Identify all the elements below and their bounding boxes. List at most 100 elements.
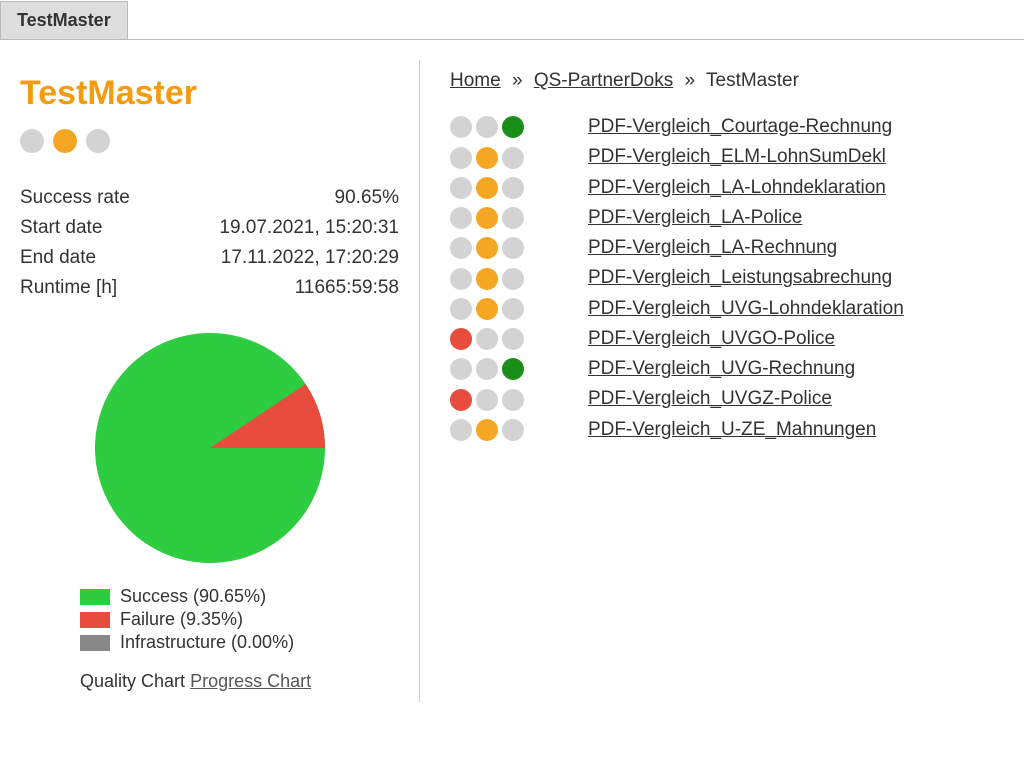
- item-row: PDF-Vergleich_LA-Lohndeklaration: [450, 177, 904, 207]
- item-link[interactable]: PDF-Vergleich_LA-Lohndeklaration: [588, 177, 886, 198]
- item-link[interactable]: PDF-Vergleich_UVG-Lohndeklaration: [588, 298, 904, 319]
- legend-row-infrastructure: Infrastructure (0.00%): [80, 632, 399, 653]
- status-dot: [450, 389, 472, 411]
- status-dot: [476, 268, 498, 290]
- item-status-dots: [450, 267, 588, 297]
- status-dot: [450, 358, 472, 380]
- item-link[interactable]: PDF-Vergleich_Courtage-Rechnung: [588, 116, 892, 137]
- item-link[interactable]: PDF-Vergleich_ELM-LohnSumDekl: [588, 146, 886, 167]
- item-status-dots: [450, 358, 588, 388]
- item-status-dots: [450, 388, 588, 418]
- status-dot: [502, 237, 524, 259]
- legend-label: Infrastructure (0.00%): [120, 632, 294, 653]
- legend-row-failure: Failure (9.35%): [80, 609, 399, 630]
- status-dot: [20, 129, 44, 153]
- status-dot: [53, 129, 77, 153]
- legend-label: Success (90.65%): [120, 586, 266, 607]
- stat-value: 11665:59:58: [164, 273, 399, 303]
- status-dot: [450, 298, 472, 320]
- item-status-dots: [450, 207, 588, 237]
- item-row: PDF-Vergleich_LA-Police: [450, 207, 904, 237]
- item-status-dots: [450, 146, 588, 176]
- status-dot: [502, 177, 524, 199]
- item-row: PDF-Vergleich_U-ZE_Mahnungen: [450, 419, 904, 449]
- breadcrumb-home[interactable]: Home: [450, 70, 501, 91]
- stat-row-runtime: Runtime [h] 11665:59:58: [20, 273, 399, 303]
- status-dot: [476, 147, 498, 169]
- legend-swatch-infrastructure: [80, 635, 110, 651]
- stat-value: 19.07.2021, 15:20:31: [164, 213, 399, 243]
- status-dot: [450, 328, 472, 350]
- item-status-dots: [450, 419, 588, 449]
- item-link[interactable]: PDF-Vergleich_UVGZ-Police: [588, 388, 832, 409]
- right-panel: Home » QS-PartnerDoks » TestMaster PDF-V…: [420, 60, 1024, 702]
- status-dot: [476, 328, 498, 350]
- item-row: PDF-Vergleich_Courtage-Rechnung: [450, 116, 904, 146]
- stat-row-end-date: End date 17.11.2022, 17:20:29: [20, 243, 399, 273]
- stats-table: Success rate 90.65% Start date 19.07.202…: [20, 183, 399, 303]
- main-container: TestMaster Success rate 90.65% Start dat…: [0, 60, 1024, 702]
- item-link-cell: PDF-Vergleich_ELM-LohnSumDekl: [588, 146, 904, 176]
- breadcrumb: Home » QS-PartnerDoks » TestMaster: [450, 70, 1004, 92]
- item-row: PDF-Vergleich_Leistungsabrechung: [450, 267, 904, 297]
- stat-label: Start date: [20, 213, 164, 243]
- item-row: PDF-Vergleich_LA-Rechnung: [450, 237, 904, 267]
- progress-chart-link[interactable]: Progress Chart: [190, 671, 311, 691]
- status-dot: [502, 207, 524, 229]
- breadcrumb-sep: »: [512, 70, 523, 91]
- item-status-dots: [450, 237, 588, 267]
- status-dot: [476, 177, 498, 199]
- item-link-cell: PDF-Vergleich_UVG-Lohndeklaration: [588, 298, 904, 328]
- status-dot: [502, 358, 524, 380]
- item-status-dots: [450, 298, 588, 328]
- status-dot: [502, 298, 524, 320]
- item-row: PDF-Vergleich_UVGZ-Police: [450, 388, 904, 418]
- stat-label: Runtime [h]: [20, 273, 164, 303]
- chart-legend: Success (90.65%) Failure (9.35%) Infrast…: [80, 586, 399, 653]
- item-link[interactable]: PDF-Vergleich_U-ZE_Mahnungen: [588, 419, 876, 440]
- breadcrumb-current: TestMaster: [706, 70, 799, 91]
- item-link-cell: PDF-Vergleich_Courtage-Rechnung: [588, 116, 904, 146]
- item-link-cell: PDF-Vergleich_U-ZE_Mahnungen: [588, 419, 904, 449]
- chart-links: Quality Chart Progress Chart: [80, 671, 399, 692]
- status-dot: [476, 116, 498, 138]
- stat-value: 90.65%: [164, 183, 399, 213]
- item-row: PDF-Vergleich_UVG-Rechnung: [450, 358, 904, 388]
- stat-value: 17.11.2022, 17:20:29: [164, 243, 399, 273]
- legend-label: Failure (9.35%): [120, 609, 243, 630]
- item-status-dots: [450, 328, 588, 358]
- status-dot: [476, 237, 498, 259]
- stat-row-start-date: Start date 19.07.2021, 15:20:31: [20, 213, 399, 243]
- quality-chart-label: Quality Chart: [80, 671, 185, 691]
- status-dot: [450, 237, 472, 259]
- item-link[interactable]: PDF-Vergleich_LA-Rechnung: [588, 237, 837, 258]
- stat-label: Success rate: [20, 183, 164, 213]
- breadcrumb-mid[interactable]: QS-PartnerDoks: [534, 70, 673, 91]
- item-status-dots: [450, 177, 588, 207]
- status-dot: [476, 358, 498, 380]
- status-dot: [502, 116, 524, 138]
- tab-testmaster[interactable]: TestMaster: [0, 1, 128, 39]
- status-dot: [86, 129, 110, 153]
- status-dot: [502, 419, 524, 441]
- item-link[interactable]: PDF-Vergleich_Leistungsabrechung: [588, 267, 892, 288]
- item-link[interactable]: PDF-Vergleich_LA-Police: [588, 207, 802, 228]
- status-dot: [450, 116, 472, 138]
- stat-label: End date: [20, 243, 164, 273]
- overall-status-dots: [20, 129, 399, 153]
- item-status-dots: [450, 116, 588, 146]
- status-dot: [450, 268, 472, 290]
- item-link-cell: PDF-Vergleich_Leistungsabrechung: [588, 267, 904, 297]
- status-dot: [450, 177, 472, 199]
- pie-chart: [20, 333, 399, 568]
- legend-swatch-failure: [80, 612, 110, 628]
- item-link-cell: PDF-Vergleich_UVGO-Police: [588, 328, 904, 358]
- status-dot: [502, 268, 524, 290]
- left-panel: TestMaster Success rate 90.65% Start dat…: [0, 60, 420, 702]
- legend-row-success: Success (90.65%): [80, 586, 399, 607]
- item-link-cell: PDF-Vergleich_LA-Lohndeklaration: [588, 177, 904, 207]
- item-link[interactable]: PDF-Vergleich_UVG-Rechnung: [588, 358, 855, 379]
- item-link[interactable]: PDF-Vergleich_UVGO-Police: [588, 328, 835, 349]
- status-dot: [502, 389, 524, 411]
- item-row: PDF-Vergleich_UVGO-Police: [450, 328, 904, 358]
